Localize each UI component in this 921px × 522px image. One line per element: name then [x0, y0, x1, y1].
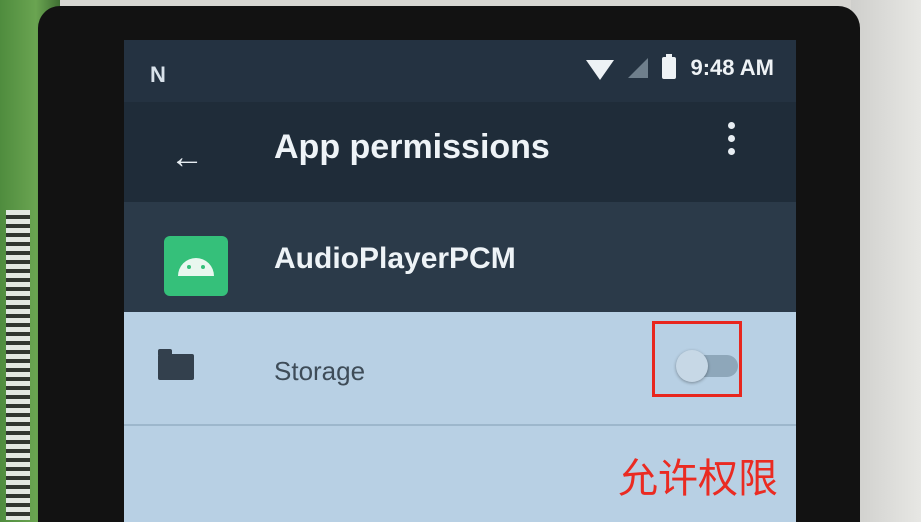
wifi-icon — [586, 60, 615, 80]
app-toolbar: ← App permissions — [124, 102, 796, 202]
android-icon — [164, 236, 228, 296]
notification-n-icon: N — [150, 62, 166, 87]
status-icons: 9:48 AM — [586, 52, 774, 84]
arrow-left-icon[interactable]: ← — [170, 140, 204, 174]
app-name: AudioPlayerPCM — [274, 242, 516, 275]
battery-icon — [662, 54, 677, 79]
annotation-label: 允许权限 — [618, 456, 778, 502]
android-head-shape — [178, 258, 214, 276]
annotation-highlight-box — [652, 321, 742, 397]
folder-icon — [158, 349, 194, 380]
more-vert-icon[interactable] — [728, 122, 736, 155]
signal-icon — [628, 58, 649, 78]
status-time: 9:48 AM — [690, 55, 774, 80]
wall-background — [851, 0, 921, 522]
pcb-pin-header — [6, 210, 30, 520]
status-bar: N 9:48 AM — [124, 40, 796, 102]
page-title: App permissions — [274, 128, 550, 166]
permission-label: Storage — [274, 356, 366, 386]
app-header-row: AudioPlayerPCM — [124, 202, 796, 312]
